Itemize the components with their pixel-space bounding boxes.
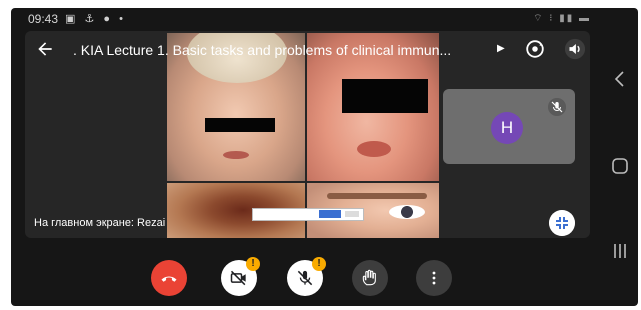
android-navigation-bar <box>601 8 638 306</box>
camera-off-icon <box>230 270 246 286</box>
warning-badge: ! <box>246 257 260 271</box>
mic-toggle-button[interactable]: ! <box>287 257 326 296</box>
meeting-title[interactable]: . KIA Lecture 1. Basic tasks and problem… <box>73 42 491 58</box>
avatar: H <box>491 112 523 144</box>
notification-icons: ▣ ⚓ ● • <box>65 13 126 25</box>
phone-hangup-icon <box>161 276 177 282</box>
end-call-button[interactable] <box>151 260 187 296</box>
mic-off-icon <box>297 270 313 286</box>
meeting-area: . KIA Lecture 1. Basic tasks and problem… <box>25 31 590 238</box>
more-options-button[interactable] <box>416 260 452 296</box>
layout-switch-icon[interactable] <box>549 210 575 236</box>
switch-camera-icon[interactable] <box>524 38 546 60</box>
phone-screen: 09:43 ▣ ⚓ ● • ⌔ ⁝ ▮▮ ▬ . KIA Lecture 1. … <box>11 8 638 306</box>
system-status-icons: ⌔ ⁝ ▮▮ ▬ <box>533 13 591 24</box>
nav-back-icon[interactable] <box>609 68 631 90</box>
meeting-top-bar: . KIA Lecture 1. Basic tasks and problem… <box>25 31 590 65</box>
mic-off-icon <box>548 98 566 116</box>
share-notification-popup <box>252 208 364 221</box>
nav-recents-icon[interactable] <box>609 240 631 262</box>
raise-hand-button[interactable] <box>352 260 388 296</box>
speaker-volume-icon[interactable] <box>564 38 586 60</box>
back-arrow-icon[interactable] <box>35 39 55 59</box>
title-expand-icon[interactable]: ▶ <box>497 43 505 54</box>
camera-toggle-button[interactable]: ! <box>221 257 260 296</box>
privacy-bar <box>342 79 428 113</box>
call-controls: ! ! <box>11 248 601 304</box>
presenter-label: На главном экране: Rezai <box>34 217 166 229</box>
self-video-tile[interactable]: H <box>443 89 575 164</box>
more-vert-icon <box>432 271 436 285</box>
warning-badge: ! <box>312 257 326 271</box>
nav-home-icon[interactable] <box>609 155 631 177</box>
privacy-bar <box>205 118 275 132</box>
status-bar: 09:43 ▣ ⚓ ● • ⌔ ⁝ ▮▮ ▬ <box>11 8 601 30</box>
status-time: 09:43 <box>28 12 59 26</box>
hand-icon <box>362 269 376 286</box>
